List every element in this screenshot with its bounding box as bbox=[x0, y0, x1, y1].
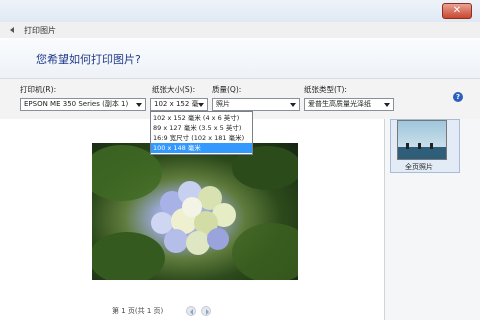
paper-type-select[interactable]: 爱普生高质量光泽纸 bbox=[304, 98, 394, 111]
beach-thumbnail-icon bbox=[398, 143, 446, 159]
printer-label: 打印机(R): bbox=[20, 85, 57, 94]
layout-thumbnail bbox=[397, 120, 447, 160]
page-title: 您希望如何打印图片? bbox=[36, 53, 141, 66]
layout-caption: 全页照片 bbox=[405, 163, 433, 171]
back-arrow-icon[interactable] bbox=[10, 27, 14, 33]
page-indicator: 第 1 页(共 1 页) bbox=[112, 307, 164, 315]
close-button[interactable]: ✕ bbox=[442, 3, 472, 19]
dropdown-option-selected[interactable]: 100 x 148 毫米 bbox=[151, 143, 252, 153]
breadcrumb-title: 打印图片 bbox=[24, 26, 56, 35]
breadcrumb: 打印图片 bbox=[0, 22, 480, 38]
printer-select[interactable]: EPSON ME 350 Series (副本 1) bbox=[20, 98, 146, 111]
next-page-icon[interactable] bbox=[201, 306, 211, 316]
paper-size-select[interactable]: 102 x 152 毫 bbox=[150, 98, 208, 111]
quality-select[interactable]: 照片 bbox=[212, 98, 300, 111]
preview-photo bbox=[92, 143, 298, 280]
paper-size-select-value: 102 x 152 毫 bbox=[154, 100, 199, 108]
help-icon[interactable]: ? bbox=[453, 92, 463, 102]
prev-page-icon[interactable] bbox=[186, 306, 196, 316]
heading-area: 您希望如何打印图片? bbox=[0, 38, 480, 78]
printer-select-value: EPSON ME 350 Series (副本 1) bbox=[24, 100, 129, 108]
hydrangea-photo bbox=[92, 145, 298, 280]
dropdown-option[interactable]: 89 x 127 毫米 (3.5 x 5 英寸) bbox=[151, 123, 252, 133]
chevron-down-icon bbox=[198, 103, 204, 107]
paper-size-dropdown[interactable]: 102 x 152 毫米 (4 x 6 英寸) 89 x 127 毫米 (3.5… bbox=[150, 111, 253, 155]
chevron-down-icon bbox=[136, 103, 142, 107]
dropdown-option[interactable]: 102 x 152 毫米 (4 x 6 英寸) bbox=[151, 113, 252, 123]
paper-type-label: 纸张类型(T): bbox=[304, 85, 347, 94]
chevron-down-icon bbox=[384, 103, 390, 107]
paper-type-select-value: 爱普生高质量光泽纸 bbox=[308, 100, 371, 108]
quality-select-value: 照片 bbox=[216, 100, 230, 108]
chevron-down-icon bbox=[290, 103, 296, 107]
dropdown-option[interactable]: 16:9 宽尺寸 (102 x 181 毫米) bbox=[151, 133, 252, 143]
quality-label: 质量(Q): bbox=[212, 85, 242, 94]
paper-size-label: 纸张大小(S): bbox=[152, 85, 196, 94]
